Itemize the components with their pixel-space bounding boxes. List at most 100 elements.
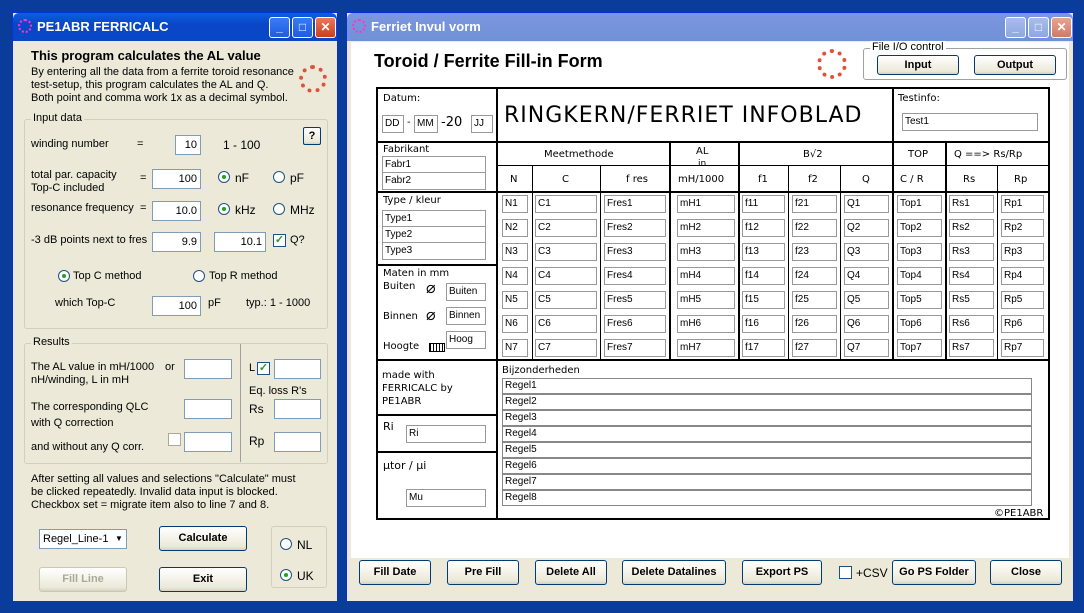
cell-n-4[interactable]: N4 xyxy=(502,267,528,285)
cell-q-4[interactable]: Q4 xyxy=(844,267,889,285)
cell-top-1[interactable]: Top1 xyxy=(897,195,942,213)
cell-f2-6[interactable]: f26 xyxy=(792,315,837,333)
fill-date-button[interactable]: Fill Date xyxy=(359,560,431,585)
ferricalc-titlebar[interactable]: PE1ABR FERRICALC _ □ ✕ xyxy=(13,13,337,41)
mhz-radio[interactable] xyxy=(273,203,285,215)
cell-rs-5[interactable]: Rs5 xyxy=(949,291,994,309)
mu-field[interactable]: Mu xyxy=(406,489,486,507)
cell-f2-7[interactable]: f27 xyxy=(792,339,837,357)
close-form-button[interactable]: Close xyxy=(990,560,1062,585)
top-c-method-radio[interactable] xyxy=(58,270,70,282)
top-r-method-radio[interactable] xyxy=(193,270,205,282)
dropdown-arrow-icon[interactable]: ▼ xyxy=(113,531,125,547)
ri-field[interactable]: Ri xyxy=(406,425,486,443)
remark-line-2[interactable]: Regel2 xyxy=(502,394,1032,410)
cell-f2-5[interactable]: f25 xyxy=(792,291,837,309)
delete-all-button[interactable]: Delete All xyxy=(535,560,607,585)
cell-c-3[interactable]: C3 xyxy=(535,243,597,261)
cell-rs-7[interactable]: Rs7 xyxy=(949,339,994,357)
cell-q-3[interactable]: Q3 xyxy=(844,243,889,261)
cell-f2-2[interactable]: f22 xyxy=(792,219,837,237)
minimize-button[interactable]: _ xyxy=(1005,17,1026,38)
cell-rp-2[interactable]: Rp2 xyxy=(1001,219,1044,237)
capacity-input[interactable]: 100 xyxy=(152,169,201,189)
frequency-input[interactable]: 10.0 xyxy=(152,201,201,221)
cell-mh-5[interactable]: mH5 xyxy=(677,291,735,309)
calculate-button[interactable]: Calculate xyxy=(159,526,247,551)
cell-f2-4[interactable]: f24 xyxy=(792,267,837,285)
export-ps-button[interactable]: Export PS xyxy=(742,560,822,585)
khz-radio[interactable] xyxy=(218,203,230,215)
cell-mh-1[interactable]: mH1 xyxy=(677,195,735,213)
cell-rp-3[interactable]: Rp3 xyxy=(1001,243,1044,261)
month-field[interactable]: MM xyxy=(414,115,438,133)
cell-n-5[interactable]: N5 xyxy=(502,291,528,309)
cell-f1-7[interactable]: f17 xyxy=(742,339,785,357)
cell-mh-4[interactable]: mH4 xyxy=(677,267,735,285)
cell-top-4[interactable]: Top4 xyxy=(897,267,942,285)
winding-input[interactable]: 10 xyxy=(175,135,201,155)
cell-rp-6[interactable]: Rp6 xyxy=(1001,315,1044,333)
cell-f1-5[interactable]: f15 xyxy=(742,291,785,309)
help-button[interactable]: ? xyxy=(303,127,321,145)
cell-fres-7[interactable]: Fres7 xyxy=(604,339,666,357)
cell-fres-6[interactable]: Fres6 xyxy=(604,315,666,333)
cell-fres-2[interactable]: Fres2 xyxy=(604,219,666,237)
binnen-field[interactable]: Binnen xyxy=(446,307,486,325)
cell-top-7[interactable]: Top7 xyxy=(897,339,942,357)
fill-line-button[interactable]: Fill Line xyxy=(39,567,127,592)
cell-rp-1[interactable]: Rp1 xyxy=(1001,195,1044,213)
cell-mh-2[interactable]: mH2 xyxy=(677,219,735,237)
fabr2-field[interactable]: Fabr2 xyxy=(382,172,486,190)
cell-rs-4[interactable]: Rs4 xyxy=(949,267,994,285)
cell-fres-1[interactable]: Fres1 xyxy=(604,195,666,213)
hoogte-field[interactable]: Hoog xyxy=(446,331,486,349)
output-button[interactable]: Output xyxy=(974,55,1056,75)
uk-radio[interactable] xyxy=(280,569,292,581)
remark-line-3[interactable]: Regel3 xyxy=(502,410,1032,426)
q-checkbox[interactable]: ✓ xyxy=(273,234,286,247)
remark-line-7[interactable]: Regel7 xyxy=(502,474,1032,490)
pf-radio[interactable] xyxy=(273,171,285,183)
cell-rp-4[interactable]: Rp4 xyxy=(1001,267,1044,285)
nl-radio[interactable] xyxy=(280,538,292,550)
cell-q-1[interactable]: Q1 xyxy=(844,195,889,213)
remark-line-4[interactable]: Regel4 xyxy=(502,426,1032,442)
close-button[interactable]: ✕ xyxy=(315,17,336,38)
cell-f1-3[interactable]: f13 xyxy=(742,243,785,261)
cell-n-7[interactable]: N7 xyxy=(502,339,528,357)
cell-f1-2[interactable]: f12 xyxy=(742,219,785,237)
cell-n-6[interactable]: N6 xyxy=(502,315,528,333)
cell-f1-6[interactable]: f16 xyxy=(742,315,785,333)
cell-rp-7[interactable]: Rp7 xyxy=(1001,339,1044,357)
cell-c-1[interactable]: C1 xyxy=(535,195,597,213)
cell-f1-1[interactable]: f11 xyxy=(742,195,785,213)
remark-line-6[interactable]: Regel6 xyxy=(502,458,1032,474)
go-ps-folder-button[interactable]: Go PS Folder xyxy=(892,560,976,585)
csv-checkbox[interactable] xyxy=(839,566,852,579)
pre-fill-button[interactable]: Pre Fill xyxy=(447,560,519,585)
cell-fres-3[interactable]: Fres3 xyxy=(604,243,666,261)
cell-f2-3[interactable]: f23 xyxy=(792,243,837,261)
remark-line-1[interactable]: Regel1 xyxy=(502,378,1032,394)
cell-rp-5[interactable]: Rp5 xyxy=(1001,291,1044,309)
nf-radio[interactable] xyxy=(218,171,230,183)
cell-mh-7[interactable]: mH7 xyxy=(677,339,735,357)
cell-rs-3[interactable]: Rs3 xyxy=(949,243,994,261)
l-checkbox[interactable]: ✓ xyxy=(257,362,270,375)
remark-line-8[interactable]: Regel8 xyxy=(502,490,1032,506)
cell-fres-5[interactable]: Fres5 xyxy=(604,291,666,309)
which-top-c-input[interactable]: 100 xyxy=(152,296,201,316)
cell-c-7[interactable]: C7 xyxy=(535,339,597,357)
exit-button[interactable]: Exit xyxy=(159,567,247,592)
cell-rs-1[interactable]: Rs1 xyxy=(949,195,994,213)
remark-line-5[interactable]: Regel5 xyxy=(502,442,1032,458)
cell-rs-6[interactable]: Rs6 xyxy=(949,315,994,333)
cell-mh-3[interactable]: mH3 xyxy=(677,243,735,261)
cell-c-4[interactable]: C4 xyxy=(535,267,597,285)
cell-top-3[interactable]: Top3 xyxy=(897,243,942,261)
cell-c-2[interactable]: C2 xyxy=(535,219,597,237)
form-titlebar[interactable]: Ferriet Invul vorm _ □ ✕ xyxy=(347,13,1073,41)
testinfo-field[interactable]: Test1 xyxy=(902,113,1038,131)
delete-datalines-button[interactable]: Delete Datalines xyxy=(622,560,726,585)
